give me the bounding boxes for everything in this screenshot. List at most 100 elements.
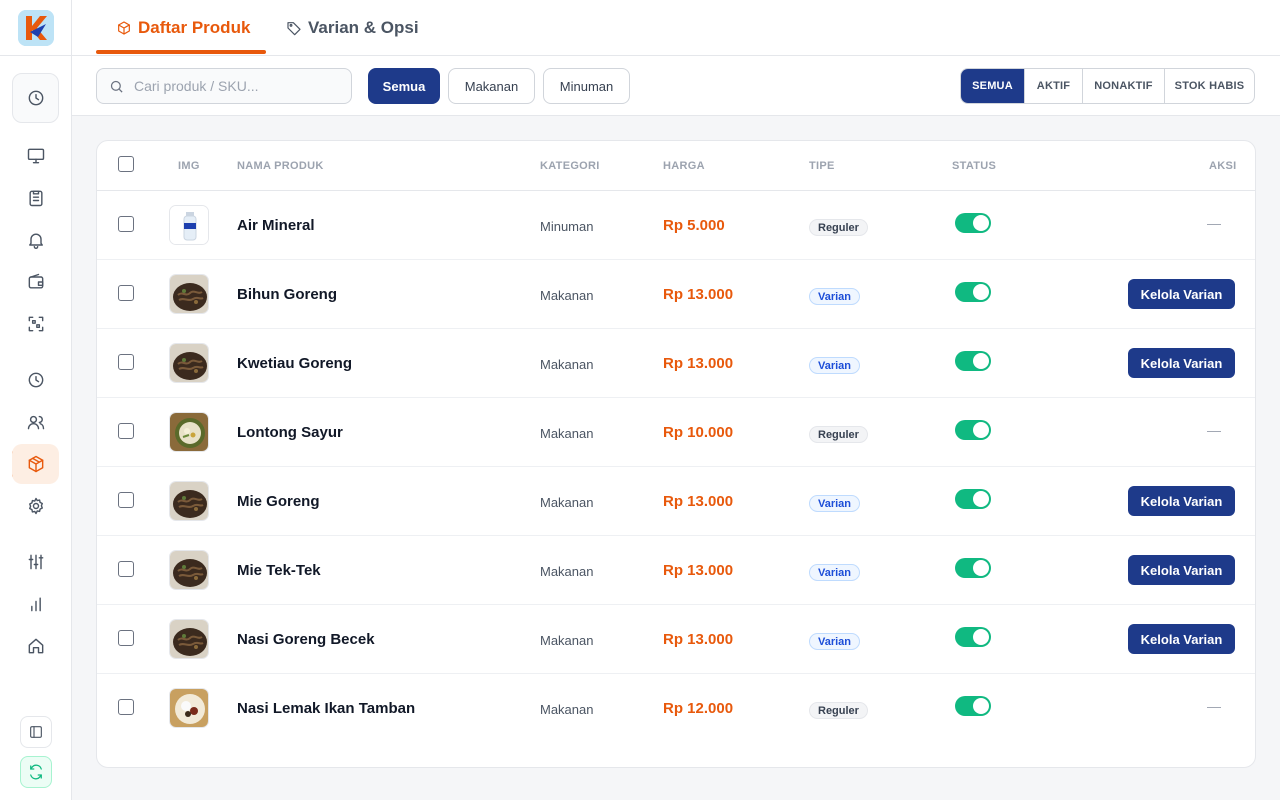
sidebar-item-orders[interactable] xyxy=(18,180,54,216)
product-thumbnail xyxy=(169,481,209,521)
product-table: IMG NAMA PRODUK KATEGORI HARGA TIPE STAT… xyxy=(96,140,1256,768)
row-checkbox[interactable] xyxy=(118,423,134,439)
sidebar-item-pos[interactable] xyxy=(18,138,54,174)
select-all-checkbox[interactable] xyxy=(118,156,134,172)
bell-icon xyxy=(29,233,43,249)
sidebar-item-history[interactable] xyxy=(18,362,54,398)
table-row: Kwetiau Goreng Makanan Rp 13.000 Varian Kelo… xyxy=(97,329,1255,398)
tab-variants-options[interactable]: Varian & Opsi xyxy=(286,0,419,56)
clipboard-icon xyxy=(29,190,43,207)
status-toggle[interactable] xyxy=(955,627,991,647)
status-filter-all[interactable]: SEMUA xyxy=(961,69,1024,103)
row-checkbox[interactable] xyxy=(118,561,134,577)
search-input[interactable] xyxy=(134,78,334,94)
product-name[interactable]: Nasi Lemak Ikan Tamban xyxy=(237,700,415,717)
sidebar-item-settings[interactable] xyxy=(18,488,54,524)
type-badge: Varian xyxy=(809,357,861,374)
sidebar-item-reports[interactable] xyxy=(18,586,54,622)
product-category: Makanan xyxy=(540,633,594,648)
search-box[interactable] xyxy=(96,68,352,104)
status-toggle[interactable] xyxy=(955,351,991,371)
status-toggle[interactable] xyxy=(955,558,991,578)
column-header-category[interactable]: KATEGORI xyxy=(540,160,600,172)
type-badge: Varian xyxy=(809,633,861,650)
product-name[interactable]: Air Mineral xyxy=(237,217,315,234)
row-checkbox[interactable] xyxy=(118,354,134,370)
qr-scan-icon xyxy=(28,316,44,332)
row-checkbox[interactable] xyxy=(118,285,134,301)
status-toggle[interactable] xyxy=(955,282,991,302)
row-checkbox[interactable] xyxy=(118,699,134,715)
status-toggle[interactable] xyxy=(955,420,991,440)
row-checkbox[interactable] xyxy=(118,492,134,508)
column-header-name[interactable]: NAMA PRODUK xyxy=(237,160,324,172)
status-toggle[interactable] xyxy=(955,489,991,509)
sidebar-item-notifications[interactable] xyxy=(18,222,54,258)
manage-variant-button[interactable]: Kelola Varian xyxy=(1128,348,1235,378)
product-price: Rp 5.000 xyxy=(663,217,725,234)
product-thumbnail xyxy=(169,412,209,452)
sidebar-item-store[interactable] xyxy=(18,628,54,664)
product-name[interactable]: Mie Tek-Tek xyxy=(237,562,321,579)
manage-variant-button[interactable]: Kelola Varian xyxy=(1128,555,1235,585)
settings-icon xyxy=(29,497,43,515)
logo-mark xyxy=(18,10,54,46)
filter-category-all[interactable]: Semua xyxy=(368,68,440,104)
manage-variant-button[interactable]: Kelola Varian xyxy=(1128,279,1235,309)
product-name[interactable]: Bihun Goreng xyxy=(237,286,337,303)
manage-variant-button[interactable]: Kelola Varian xyxy=(1128,486,1235,516)
sidebar-item-customers[interactable] xyxy=(18,404,54,440)
users-icon xyxy=(27,415,45,430)
product-category: Makanan xyxy=(540,564,594,579)
tab-product-list[interactable]: Daftar Produk xyxy=(116,0,250,56)
product-thumbnail xyxy=(169,343,209,383)
sidebar xyxy=(0,0,72,800)
table-row: Nasi Lemak Ikan Tamban Makanan Rp 12.000 Re… xyxy=(97,674,1255,743)
sidebar-collapse-button[interactable] xyxy=(20,716,52,748)
product-thumbnail xyxy=(169,205,209,245)
status-toggle[interactable] xyxy=(955,696,991,716)
table-row: Mie Goreng Makanan Rp 13.000 Varian Kelola V… xyxy=(97,467,1255,536)
sidebar-item-scan[interactable] xyxy=(18,306,54,342)
table-header: IMG NAMA PRODUK KATEGORI HARGA TIPE STAT… xyxy=(97,141,1255,191)
package-icon xyxy=(28,455,43,473)
sidebar-item-products[interactable] xyxy=(12,444,59,484)
status-toggle[interactable] xyxy=(955,213,991,233)
product-thumbnail xyxy=(169,619,209,659)
product-name[interactable]: Kwetiau Goreng xyxy=(237,355,352,372)
tag-icon xyxy=(287,22,301,36)
status-filter-out-of-stock[interactable]: STOK HABIS xyxy=(1164,69,1254,103)
row-checkbox[interactable] xyxy=(118,630,134,646)
status-filter-inactive[interactable]: NONAKTIF xyxy=(1082,69,1164,103)
manage-variant-button[interactable]: Kelola Varian xyxy=(1128,624,1235,654)
sliders-icon xyxy=(28,554,44,570)
sidebar-item-adjustments[interactable] xyxy=(18,544,54,580)
status-filter-active[interactable]: AKTIF xyxy=(1024,69,1082,103)
sync-button[interactable] xyxy=(20,756,52,788)
filter-category-food[interactable]: Makanan xyxy=(448,68,535,104)
app-logo[interactable] xyxy=(18,10,54,46)
sidebar-shift-clock[interactable] xyxy=(12,73,59,123)
type-badge: Varian xyxy=(809,495,861,512)
filter-category-drink[interactable]: Minuman xyxy=(543,68,630,104)
column-header-type[interactable]: TIPE xyxy=(809,160,835,172)
product-price: Rp 13.000 xyxy=(663,493,734,510)
filter-bar: Semua Makanan Minuman SEMUA AKTIF NONAKT… xyxy=(72,56,1280,116)
history-icon xyxy=(28,372,44,388)
sidebar-item-wallet[interactable] xyxy=(18,264,54,300)
no-action-dash: — xyxy=(1207,215,1221,231)
product-name[interactable]: Mie Goreng xyxy=(237,493,320,510)
no-action-dash: — xyxy=(1207,698,1221,714)
type-badge: Reguler xyxy=(809,702,868,719)
status-filter-group: SEMUA AKTIF NONAKTIF STOK HABIS xyxy=(960,68,1255,104)
column-header-price[interactable]: HARGA xyxy=(663,160,705,172)
product-name[interactable]: Nasi Goreng Becek xyxy=(237,631,375,648)
table-row: Bihun Goreng Makanan Rp 13.000 Varian Kelola… xyxy=(97,260,1255,329)
product-name[interactable]: Lontong Sayur xyxy=(237,424,343,441)
search-icon xyxy=(110,80,123,93)
row-checkbox[interactable] xyxy=(118,216,134,232)
bar-chart-icon xyxy=(31,597,41,612)
column-header-action: AKSI xyxy=(1209,160,1237,172)
column-header-status[interactable]: STATUS xyxy=(952,160,996,172)
tab-label: Daftar Produk xyxy=(138,18,251,37)
